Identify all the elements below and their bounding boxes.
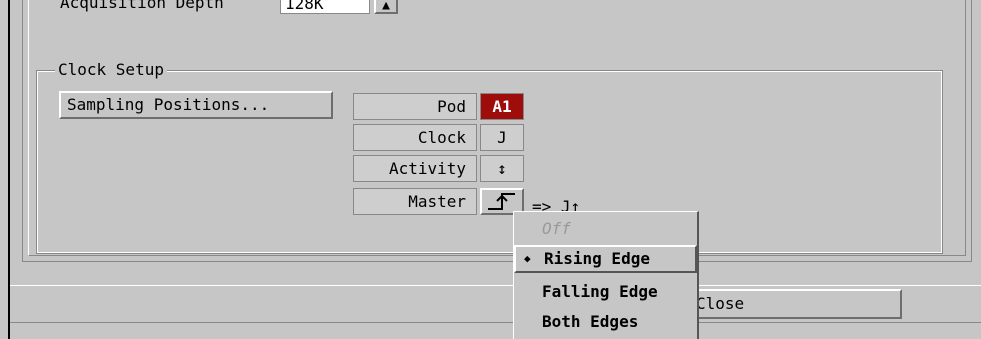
activity-label: Activity xyxy=(353,155,477,182)
sampling-positions-button[interactable]: Sampling Positions... xyxy=(59,91,333,119)
pod-label: Pod xyxy=(353,93,477,120)
edge-dropdown-menu: Off ◆ Rising Edge Falling Edge Both Edge… xyxy=(513,211,699,339)
menu-item-rising-edge-label: Rising Edge xyxy=(544,249,650,268)
close-button[interactable]: Close xyxy=(690,289,902,319)
acquisition-depth-field[interactable]: 128K xyxy=(280,0,370,14)
selected-bullet-icon: ◆ xyxy=(524,252,531,265)
clock-label: Clock xyxy=(353,124,477,151)
rising-edge-icon xyxy=(488,193,515,210)
menu-item-both-edges[interactable]: Both Edges xyxy=(514,308,697,336)
pod-value[interactable]: A1 xyxy=(480,93,524,120)
activity-value: ↕ xyxy=(480,155,524,182)
menu-item-falling-edge[interactable]: Falling Edge xyxy=(514,278,697,306)
master-label: Master xyxy=(353,188,477,215)
menu-item-rising-edge[interactable]: ◆ Rising Edge xyxy=(514,245,697,273)
clock-setup-title: Clock Setup xyxy=(55,61,167,79)
dropdown-arrow-icon[interactable]: ▲ xyxy=(374,0,398,14)
clock-value[interactable]: J xyxy=(480,124,524,151)
acquisition-depth-label: Acquisition Depth xyxy=(60,0,224,12)
menu-item-off[interactable]: Off xyxy=(514,215,697,243)
